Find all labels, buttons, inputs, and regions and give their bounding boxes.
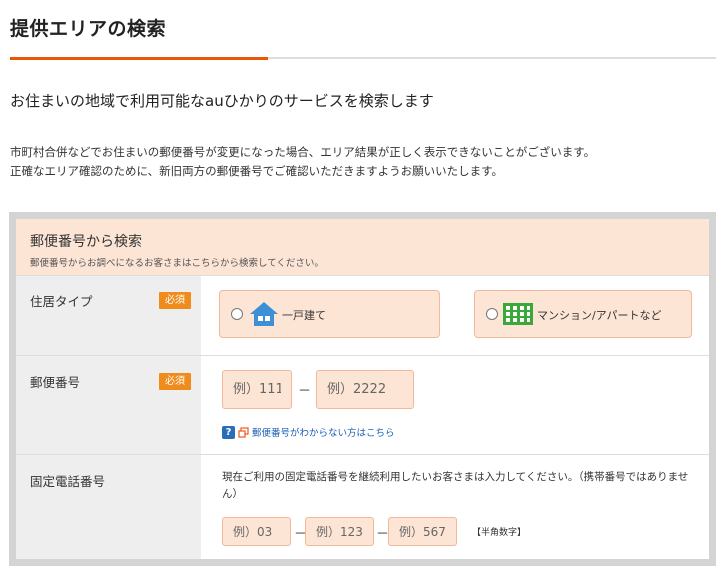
apartment-icon — [503, 303, 533, 325]
phone-subscriber-input[interactable] — [388, 517, 457, 546]
question-icon: ? — [222, 425, 235, 439]
panel-title: 郵便番号から検索 — [30, 234, 142, 250]
postal-code-label-cell: 郵便番号 必須 — [16, 356, 201, 454]
house-option-label: 一戸建て — [282, 309, 326, 322]
apartment-option-label: マンション/アパートなど — [537, 309, 662, 322]
house-icon — [250, 302, 278, 326]
housing-option-house[interactable]: 一戸建て — [219, 290, 440, 338]
housing-type-label-cell: 住居タイプ 必須 — [16, 276, 201, 355]
postal-code-fields: － ? 郵便番号がわからない方はこちら — [201, 356, 709, 454]
postal-code-row: 郵便番号 必須 － ? 郵便番号がわからない方はこちら — [16, 355, 709, 454]
housing-type-options: 一戸建て マンション/アパートなど — [201, 276, 709, 355]
panel-header: 郵便番号から検索 郵便番号からお調べになるお客さまはこちらから検索してください。 — [16, 219, 709, 275]
apartment-radio[interactable] — [486, 308, 498, 320]
postal-code-help-link[interactable]: ? 郵便番号がわからない方はこちら — [222, 425, 395, 439]
area-notice: 市町村合併などでお住まいの郵便番号が変更になった場合、エリア結果が正しく表示でき… — [10, 143, 595, 181]
notice-line-2: 正確なエリア確認のために、新旧両方の郵便番号でご確認いただきますようお願いいたし… — [10, 164, 503, 178]
panel-description: 郵便番号からお調べになるお客さまはこちらから検索してください。 — [30, 258, 324, 269]
postal-code-label: 郵便番号 — [30, 375, 81, 390]
phone-number-fields: 現在ご利用の固定電話番号を継続利用したいお客さまは入力してください。（携帯番号で… — [201, 455, 709, 559]
postal-code-second-input[interactable] — [316, 370, 414, 409]
required-badge: 必須 — [159, 373, 191, 390]
phone-number-label: 固定電話番号 — [30, 474, 106, 489]
housing-option-apartment[interactable]: マンション/アパートなど — [474, 290, 692, 338]
notice-line-1: 市町村合併などでお住まいの郵便番号が変更になった場合、エリア結果が正しく表示でき… — [10, 145, 596, 159]
half-width-digits-note: 【半角数字】 — [472, 528, 527, 538]
phone-number-note: 現在ご利用の固定電話番号を継続利用したいお客さまは入力してください。（携帯番号で… — [222, 471, 689, 500]
page-subtitle: お住まいの地域で利用可能なauひかりのサービスを検索します — [10, 92, 434, 110]
page-title: 提供エリアの検索 — [10, 18, 167, 40]
phone-number-row: 固定電話番号 現在ご利用の固定電話番号を継続利用したいお客さまは入力してください… — [16, 454, 709, 559]
housing-type-row: 住居タイプ 必須 一戸建て マンション/アパートなど — [16, 275, 709, 355]
housing-type-label: 住居タイプ — [30, 294, 93, 309]
phone-area-code-input[interactable] — [222, 517, 291, 546]
title-divider-accent — [10, 57, 268, 60]
postal-code-help-text: 郵便番号がわからない方はこちら — [252, 428, 395, 439]
house-radio[interactable] — [231, 308, 243, 320]
phone-exchange-input[interactable] — [305, 517, 374, 546]
required-badge: 必須 — [159, 292, 191, 309]
external-window-icon — [238, 426, 249, 438]
postal-search-form: 郵便番号から検索 郵便番号からお調べになるお客さまはこちらから検索してください。… — [16, 219, 709, 559]
postal-code-separator: － — [298, 384, 312, 399]
postal-search-panel: 郵便番号から検索 郵便番号からお調べになるお客さまはこちらから検索してください。… — [9, 212, 716, 566]
phone-number-label-cell: 固定電話番号 — [16, 455, 201, 559]
postal-code-first-input[interactable] — [222, 370, 292, 409]
